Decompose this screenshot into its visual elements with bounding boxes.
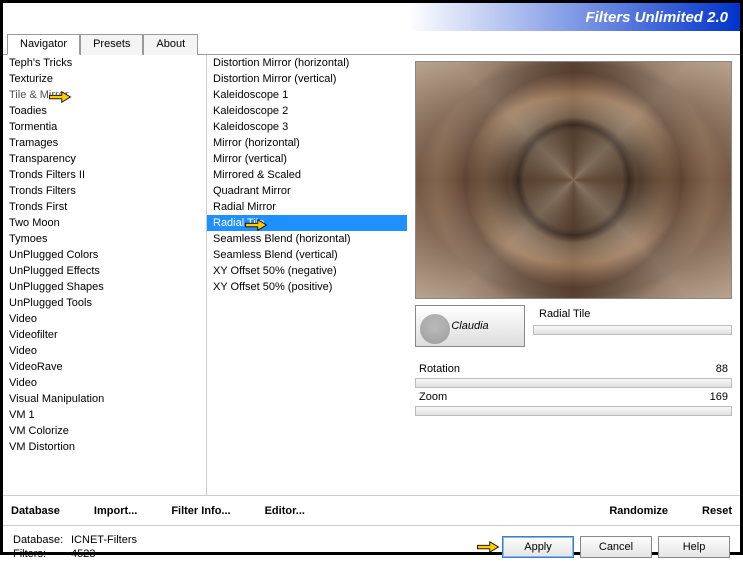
param-row: Rotation 88	[415, 361, 732, 377]
category-item[interactable]: Tramages	[3, 135, 206, 151]
db-label: Database:	[13, 534, 71, 546]
category-item[interactable]: Transparency	[3, 151, 206, 167]
category-item[interactable]: VM Colorize	[3, 423, 206, 439]
param-slider[interactable]	[415, 378, 732, 388]
filters-value: 4523	[71, 548, 95, 560]
param-name: Rotation	[419, 363, 460, 375]
category-item[interactable]: UnPlugged Tools	[3, 295, 206, 311]
category-item[interactable]: Videofilter	[3, 327, 206, 343]
help-button[interactable]: Help	[658, 536, 730, 558]
import-button[interactable]: Import...	[94, 505, 137, 517]
category-item[interactable]: VM Distortion	[3, 439, 206, 455]
category-item[interactable]: Tronds Filters II	[3, 167, 206, 183]
author-logo: Claudia	[415, 305, 525, 347]
category-item[interactable]: Toadies	[3, 103, 206, 119]
footer: Database:ICNET-Filters Filters:4523 Appl…	[3, 525, 740, 567]
category-item[interactable]: Video	[3, 375, 206, 391]
filter-info-button[interactable]: Filter Info...	[171, 505, 230, 517]
category-item[interactable]: Video	[3, 343, 206, 359]
filter-name-box: Radial Tile	[533, 305, 732, 335]
randomize-button[interactable]: Randomize	[609, 505, 668, 517]
filter-item[interactable]: Radial Tile	[207, 215, 407, 231]
tab-navigator[interactable]: Navigator	[7, 34, 80, 55]
filter-item[interactable]: Mirror (vertical)	[207, 151, 407, 167]
category-item[interactable]: UnPlugged Colors	[3, 247, 206, 263]
pointer-hand-icon	[474, 536, 502, 558]
db-value: ICNET-Filters	[71, 534, 137, 546]
category-item[interactable]: Tile & Mirror	[3, 87, 206, 103]
filter-item[interactable]: Kaleidoscope 3	[207, 119, 407, 135]
tab-strip: Navigator Presets About	[3, 33, 740, 55]
param-value: 88	[716, 363, 728, 375]
filters-label: Filters:	[13, 548, 71, 560]
footer-info: Database:ICNET-Filters Filters:4523	[13, 534, 137, 560]
category-item[interactable]: VM 1	[3, 407, 206, 423]
category-item[interactable]: Texturize	[3, 71, 206, 87]
app-title: Filters Unlimited 2.0	[585, 9, 728, 26]
main-area: Teph's TricksTexturizeTile & MirrorToadi…	[3, 55, 740, 495]
reset-button[interactable]: Reset	[702, 505, 732, 517]
category-item[interactable]: Tronds First	[3, 199, 206, 215]
filter-item[interactable]: Distortion Mirror (vertical)	[207, 71, 407, 87]
param-value: 169	[710, 391, 728, 403]
toolbar: Database Import... Filter Info... Editor…	[3, 495, 740, 525]
tab-presets[interactable]: Presets	[80, 34, 143, 55]
title-bar: Filters Unlimited 2.0	[3, 3, 740, 31]
param-row: Zoom 169	[415, 389, 732, 405]
filter-item[interactable]: Kaleidoscope 2	[207, 103, 407, 119]
category-item[interactable]: Visual Manipulation	[3, 391, 206, 407]
filter-name-bar	[533, 325, 732, 335]
filter-item[interactable]: Kaleidoscope 1	[207, 87, 407, 103]
param-name: Zoom	[419, 391, 447, 403]
filter-item[interactable]: Mirror (horizontal)	[207, 135, 407, 151]
filter-item[interactable]: Distortion Mirror (horizontal)	[207, 55, 407, 71]
category-item[interactable]: Video	[3, 311, 206, 327]
filter-item[interactable]: Quadrant Mirror	[207, 183, 407, 199]
filter-item[interactable]: Seamless Blend (vertical)	[207, 247, 407, 263]
category-item[interactable]: Teph's Tricks	[3, 55, 206, 71]
filter-item[interactable]: Seamless Blend (horizontal)	[207, 231, 407, 247]
selected-filter-name: Radial Tile	[533, 305, 732, 323]
category-item[interactable]: Tronds Filters	[3, 183, 206, 199]
category-item[interactable]: Two Moon	[3, 215, 206, 231]
filter-list[interactable]: Distortion Mirror (horizontal)Distortion…	[207, 55, 407, 495]
category-item[interactable]: UnPlugged Effects	[3, 263, 206, 279]
preview-image	[415, 61, 732, 299]
category-item[interactable]: Tymoes	[3, 231, 206, 247]
cancel-button[interactable]: Cancel	[580, 536, 652, 558]
apply-button[interactable]: Apply	[502, 536, 574, 558]
filter-item[interactable]: Mirrored & Scaled	[207, 167, 407, 183]
filter-item[interactable]: Radial Mirror	[207, 199, 407, 215]
tab-about[interactable]: About	[143, 34, 198, 55]
filter-item[interactable]: XY Offset 50% (positive)	[207, 279, 407, 295]
category-item[interactable]: VideoRave	[3, 359, 206, 375]
category-list[interactable]: Teph's TricksTexturizeTile & MirrorToadi…	[3, 55, 207, 495]
editor-button[interactable]: Editor...	[265, 505, 305, 517]
parameters: Rotation 88 Zoom 169	[415, 361, 732, 417]
filter-item[interactable]: XY Offset 50% (negative)	[207, 263, 407, 279]
category-item[interactable]: Tormentia	[3, 119, 206, 135]
category-item[interactable]: UnPlugged Shapes	[3, 279, 206, 295]
right-panel: Claudia Radial Tile Rotation 88 Zoom 169	[407, 55, 740, 495]
database-button[interactable]: Database	[11, 505, 60, 517]
param-slider[interactable]	[415, 406, 732, 416]
